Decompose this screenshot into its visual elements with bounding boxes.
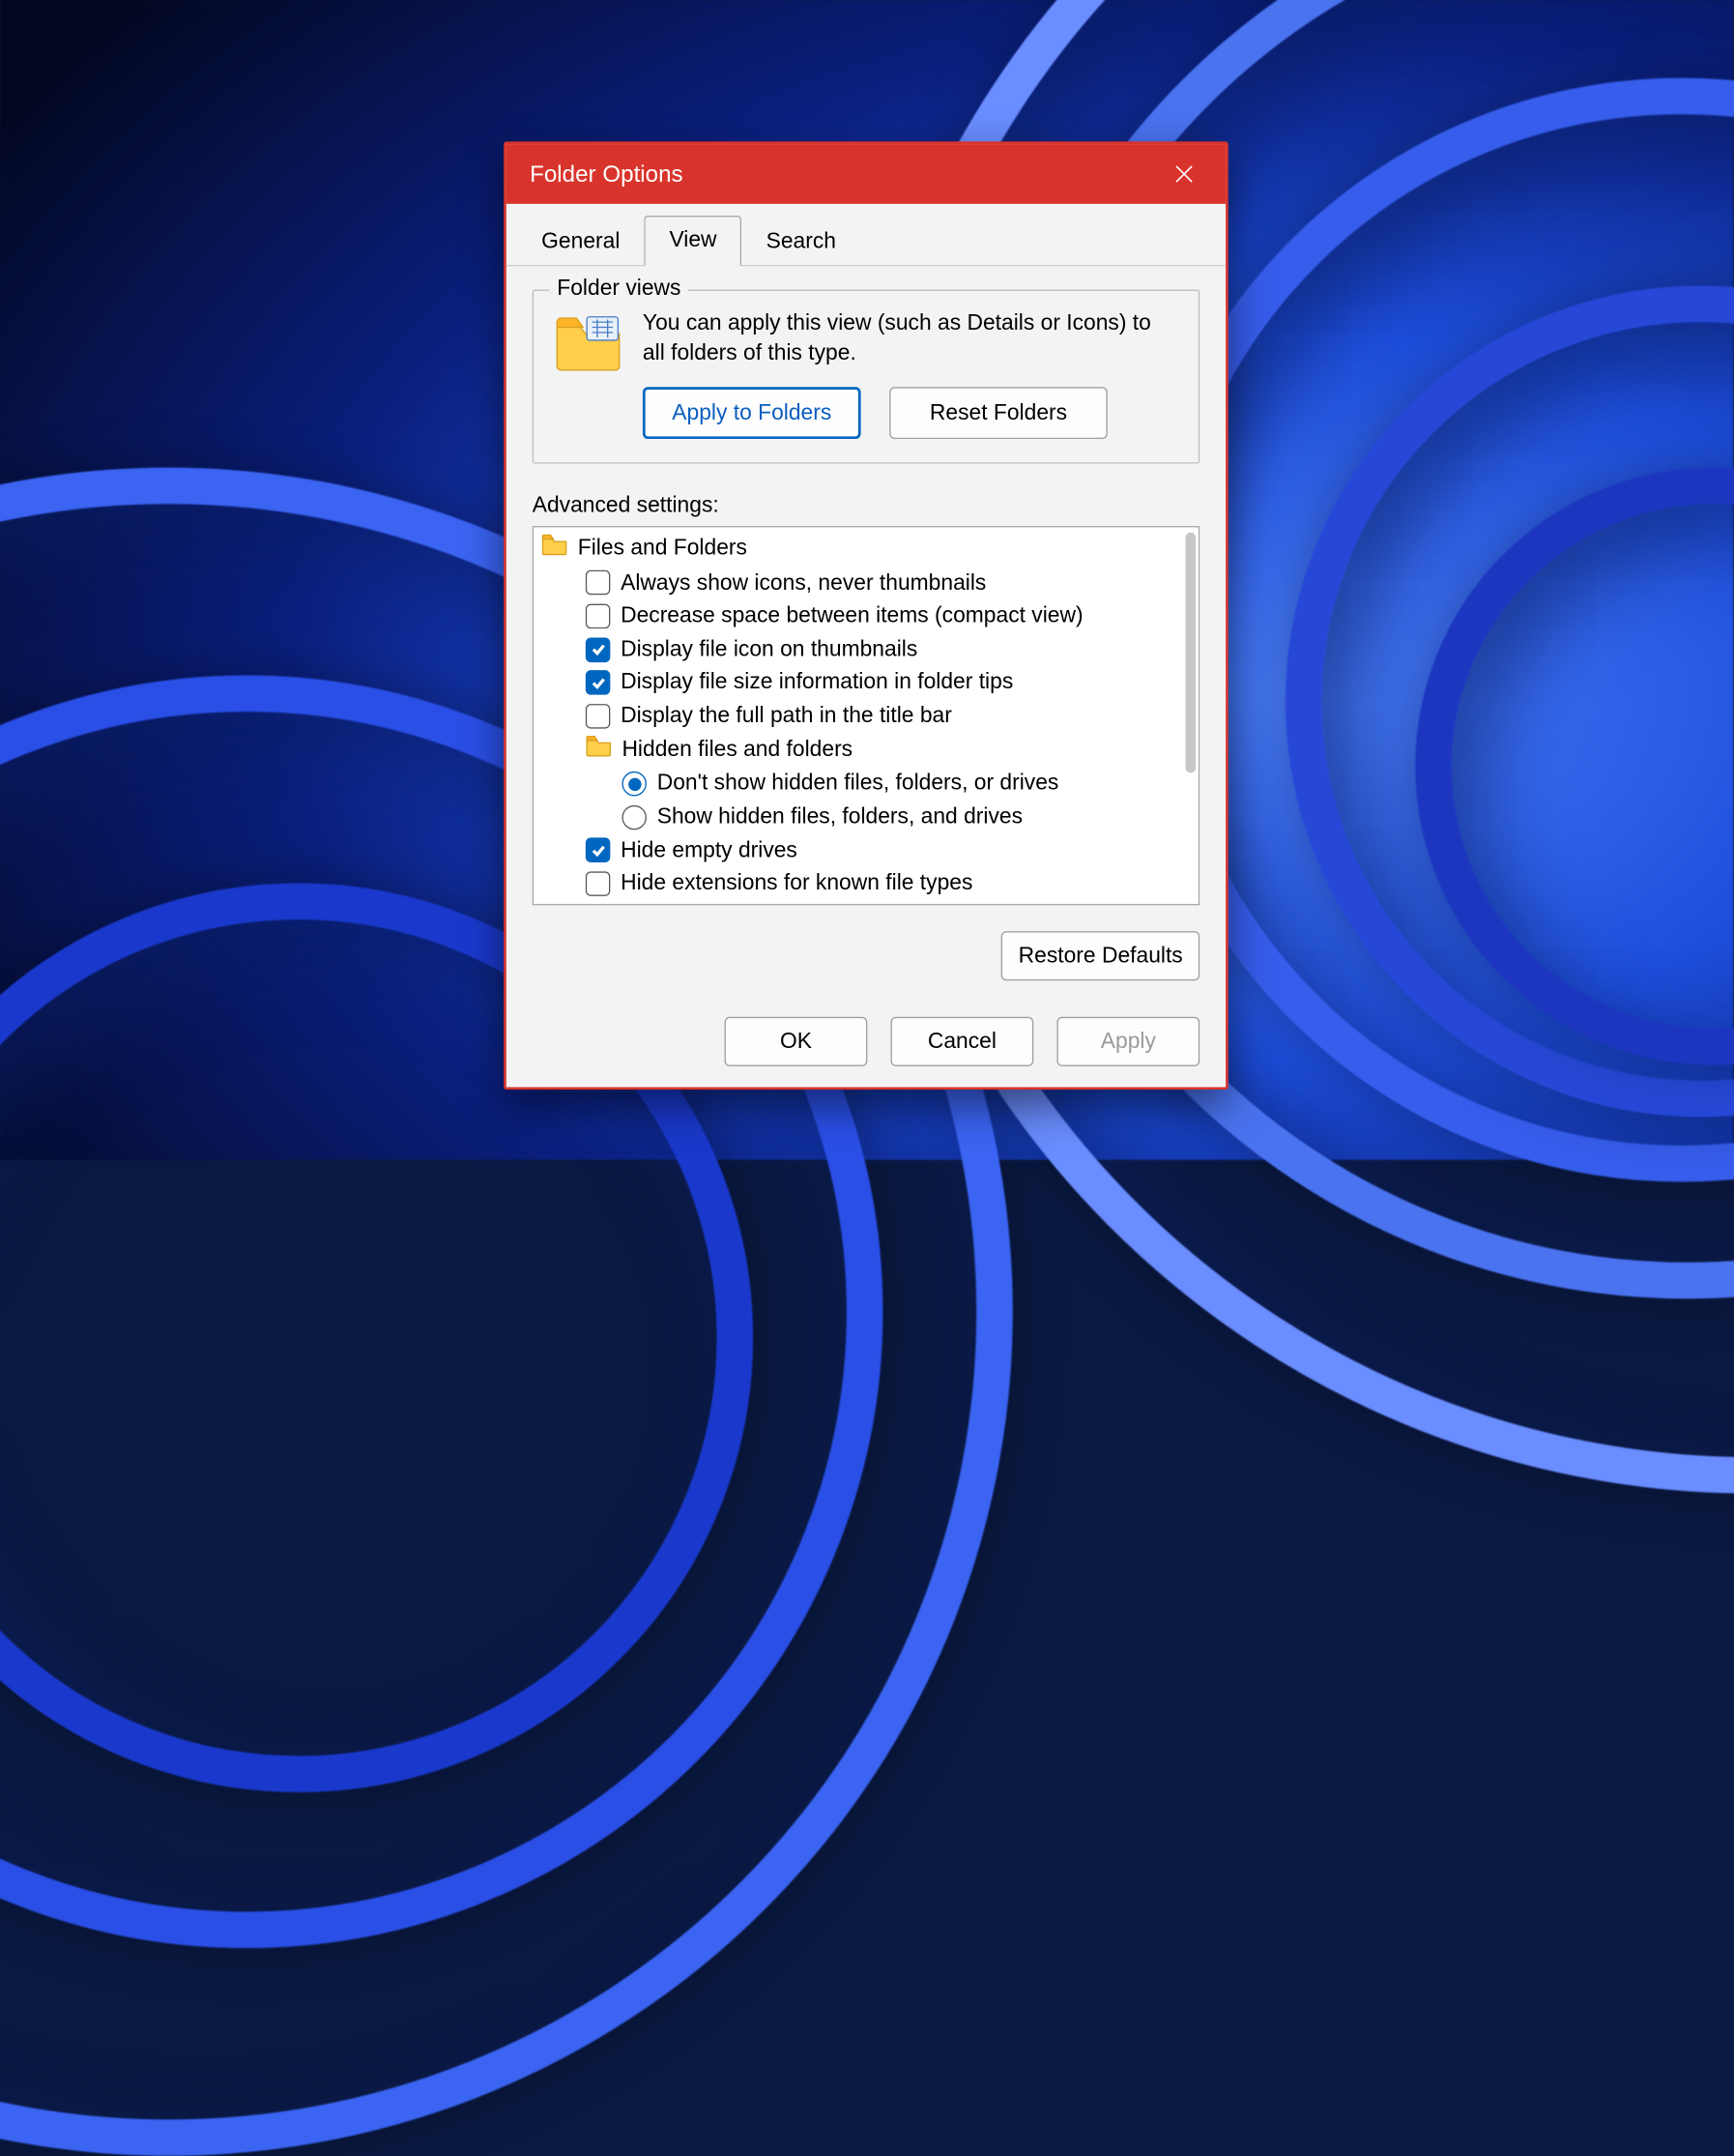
option-label: Decrease space between items (compact vi…: [621, 600, 1083, 632]
close-icon: [1173, 163, 1194, 184]
apply-to-folders-button[interactable]: Apply to Folders: [643, 387, 861, 439]
option-hide-extensions[interactable]: Hide extensions for known file types: [586, 868, 1199, 901]
tab-general[interactable]: General: [517, 217, 645, 266]
scrollbar-thumb[interactable]: [1185, 533, 1196, 773]
option-compact-view[interactable]: Decrease space between items (compact vi…: [586, 600, 1199, 633]
cancel-button[interactable]: Cancel: [891, 1017, 1034, 1066]
option-label: Don't show hidden files, folders, or dri…: [657, 768, 1059, 800]
checkbox-icon: [586, 604, 611, 629]
dialog-button-row: OK Cancel Apply: [506, 999, 1226, 1087]
option-label: Hide empty drives: [621, 834, 797, 866]
tabstrip: General View Search: [506, 204, 1226, 266]
radio-icon: [621, 805, 647, 830]
option-label: Hide folder merge conflicts: [621, 901, 881, 905]
folder-views-icon: [555, 311, 622, 438]
apply-button[interactable]: Apply: [1056, 1017, 1199, 1066]
checkbox-checked-icon: [586, 838, 611, 863]
folder-options-dialog: Folder Options General View Search Folde…: [504, 141, 1228, 1089]
reset-folders-button[interactable]: Reset Folders: [889, 387, 1108, 439]
option-label: Display file icon on thumbnails: [621, 633, 917, 665]
tree-group-label: Hidden files and folders: [621, 734, 853, 766]
option-hide-empty-drives[interactable]: Hide empty drives: [586, 834, 1199, 867]
folder-views-legend: Folder views: [549, 276, 688, 302]
tree-group-label: Files and Folders: [578, 533, 747, 565]
tab-view[interactable]: View: [645, 216, 741, 266]
option-label: Always show icons, never thumbnails: [621, 567, 986, 598]
checkbox-icon: [586, 570, 611, 596]
titlebar[interactable]: Folder Options: [506, 144, 1226, 204]
advanced-settings-list[interactable]: Files and Folders Always show icons, nev…: [533, 526, 1199, 905]
option-full-path-title[interactable]: Display the full path in the title bar: [586, 700, 1199, 733]
checkbox-icon: [586, 704, 611, 729]
close-button[interactable]: [1161, 151, 1207, 197]
tree-group-hidden: Hidden files and folders: [586, 734, 1199, 769]
checkbox-checked-icon: [586, 637, 611, 662]
tree-group-files-folders: Files and Folders: [541, 533, 1199, 568]
folder-views-description: You can apply this view (such as Details…: [643, 309, 1177, 369]
checkbox-checked-icon: [586, 670, 611, 695]
option-always-icons[interactable]: Always show icons, never thumbnails: [586, 567, 1199, 599]
folder-views-group: Folder views You can apply this view (su…: [533, 290, 1199, 464]
restore-defaults-button[interactable]: Restore Defaults: [1001, 931, 1199, 980]
folder-icon: [586, 734, 612, 767]
option-label: Display the full path in the title bar: [621, 700, 952, 732]
radio-selected-icon: [621, 772, 647, 797]
option-hide-merge-conflicts[interactable]: Hide folder merge conflicts: [586, 901, 1199, 905]
tab-search[interactable]: Search: [741, 217, 860, 266]
option-label: Display file size information in folder …: [621, 667, 1013, 699]
advanced-settings-label: Advanced settings:: [533, 492, 1199, 518]
ok-button[interactable]: OK: [725, 1017, 868, 1066]
dialog-title: Folder Options: [530, 160, 1161, 188]
option-size-tips[interactable]: Display file size information in folder …: [586, 667, 1199, 700]
option-label: Show hidden files, folders, and drives: [657, 801, 1023, 833]
checkbox-icon: [586, 871, 611, 896]
folder-icon: [541, 533, 567, 566]
option-hidden-show[interactable]: Show hidden files, folders, and drives: [621, 801, 1198, 834]
dialog-content: Folder views You can apply this view (su…: [506, 266, 1226, 998]
option-hidden-dont-show[interactable]: Don't show hidden files, folders, or dri…: [621, 768, 1198, 801]
option-icon-thumbnails[interactable]: Display file icon on thumbnails: [586, 633, 1199, 666]
option-label: Hide extensions for known file types: [621, 868, 972, 900]
